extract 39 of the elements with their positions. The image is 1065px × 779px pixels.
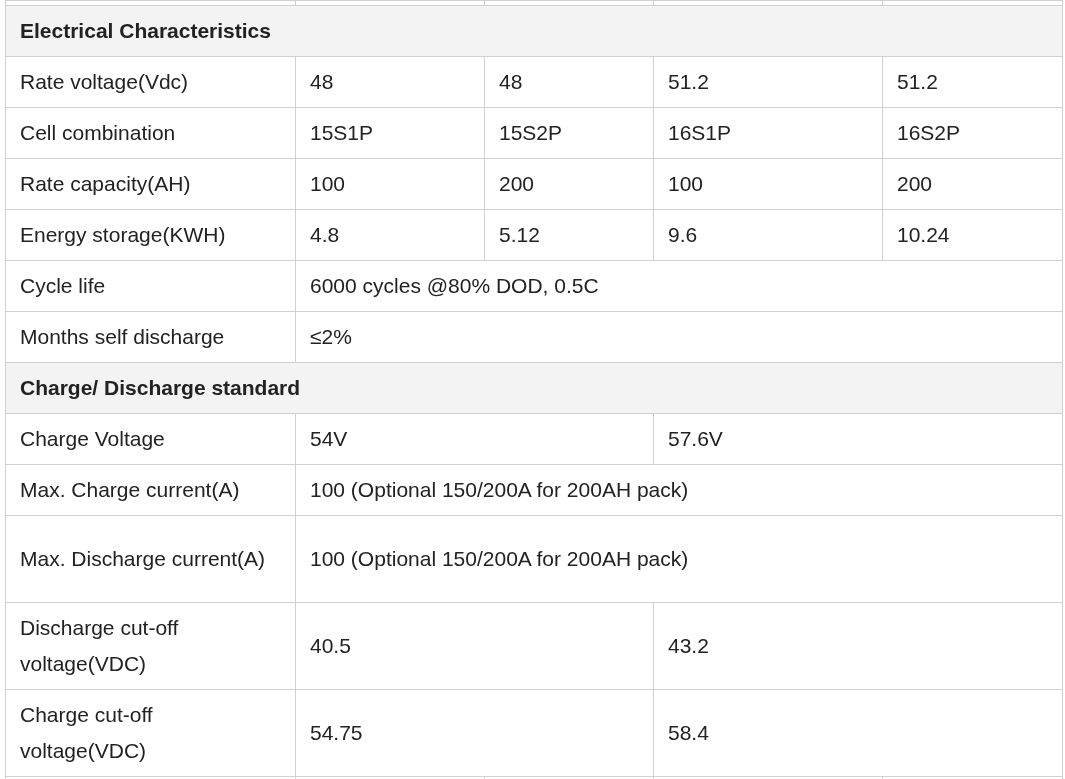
table-cell: 9.6 (653, 209, 883, 261)
table-cell: 15S2P (484, 107, 654, 159)
table-cell: 5.12 (484, 209, 654, 261)
table-cell: 4.8 (295, 209, 485, 261)
table-cell: 6000 cycles @80% DOD, 0.5C (295, 260, 1063, 312)
table-cell: 15S1P (295, 107, 485, 159)
table-cell: 16S1P (653, 107, 883, 159)
table-cell: 54V (295, 413, 654, 465)
table-cell: 200 (484, 158, 654, 210)
section-header: Electrical Characteristics (5, 5, 1063, 57)
table-cell: 54.75 (295, 689, 654, 777)
row-label-cell: Charge cut-off voltage(VDC) (5, 689, 296, 777)
row-label-cell: Charge Voltage (5, 413, 296, 465)
table-cell: 100 (295, 158, 485, 210)
table-cell: 51.2 (653, 56, 883, 108)
table-cell: 43.2 (653, 602, 1063, 690)
table-cell: 16S2P (882, 107, 1063, 159)
table-cell: 40.5 (295, 602, 654, 690)
row-label-cell: Energy storage(KWH) (5, 209, 296, 261)
row-label-cell: Discharge cut-off voltage(VDC) (5, 602, 296, 690)
table-cell: 100 (Optional 150/200A for 200AH pack) (295, 515, 1063, 603)
table-cell: 200 (882, 158, 1063, 210)
table-cell: 100 (Optional 150/200A for 200AH pack) (295, 464, 1063, 516)
table-cell: ≤2% (295, 311, 1063, 363)
table-cell: 10.24 (882, 209, 1063, 261)
table-cell: 58.4 (653, 689, 1063, 777)
section-header: Charge/ Discharge standard (5, 362, 1063, 414)
row-label-cell: Months self discharge (5, 311, 296, 363)
table-cell: 48 (484, 56, 654, 108)
row-label-cell: Max. Discharge current(A) (5, 515, 296, 603)
table-cell: 51.2 (882, 56, 1063, 108)
row-label-cell: Rate voltage(Vdc) (5, 56, 296, 108)
row-label-cell: Rate capacity(AH) (5, 158, 296, 210)
row-label-cell: Cycle life (5, 260, 296, 312)
row-label-cell: Cell combination (5, 107, 296, 159)
table-cell: 48 (295, 56, 485, 108)
table-cell: 100 (653, 158, 883, 210)
table-cell: 57.6V (653, 413, 1063, 465)
row-label-cell: Max. Charge current(A) (5, 464, 296, 516)
